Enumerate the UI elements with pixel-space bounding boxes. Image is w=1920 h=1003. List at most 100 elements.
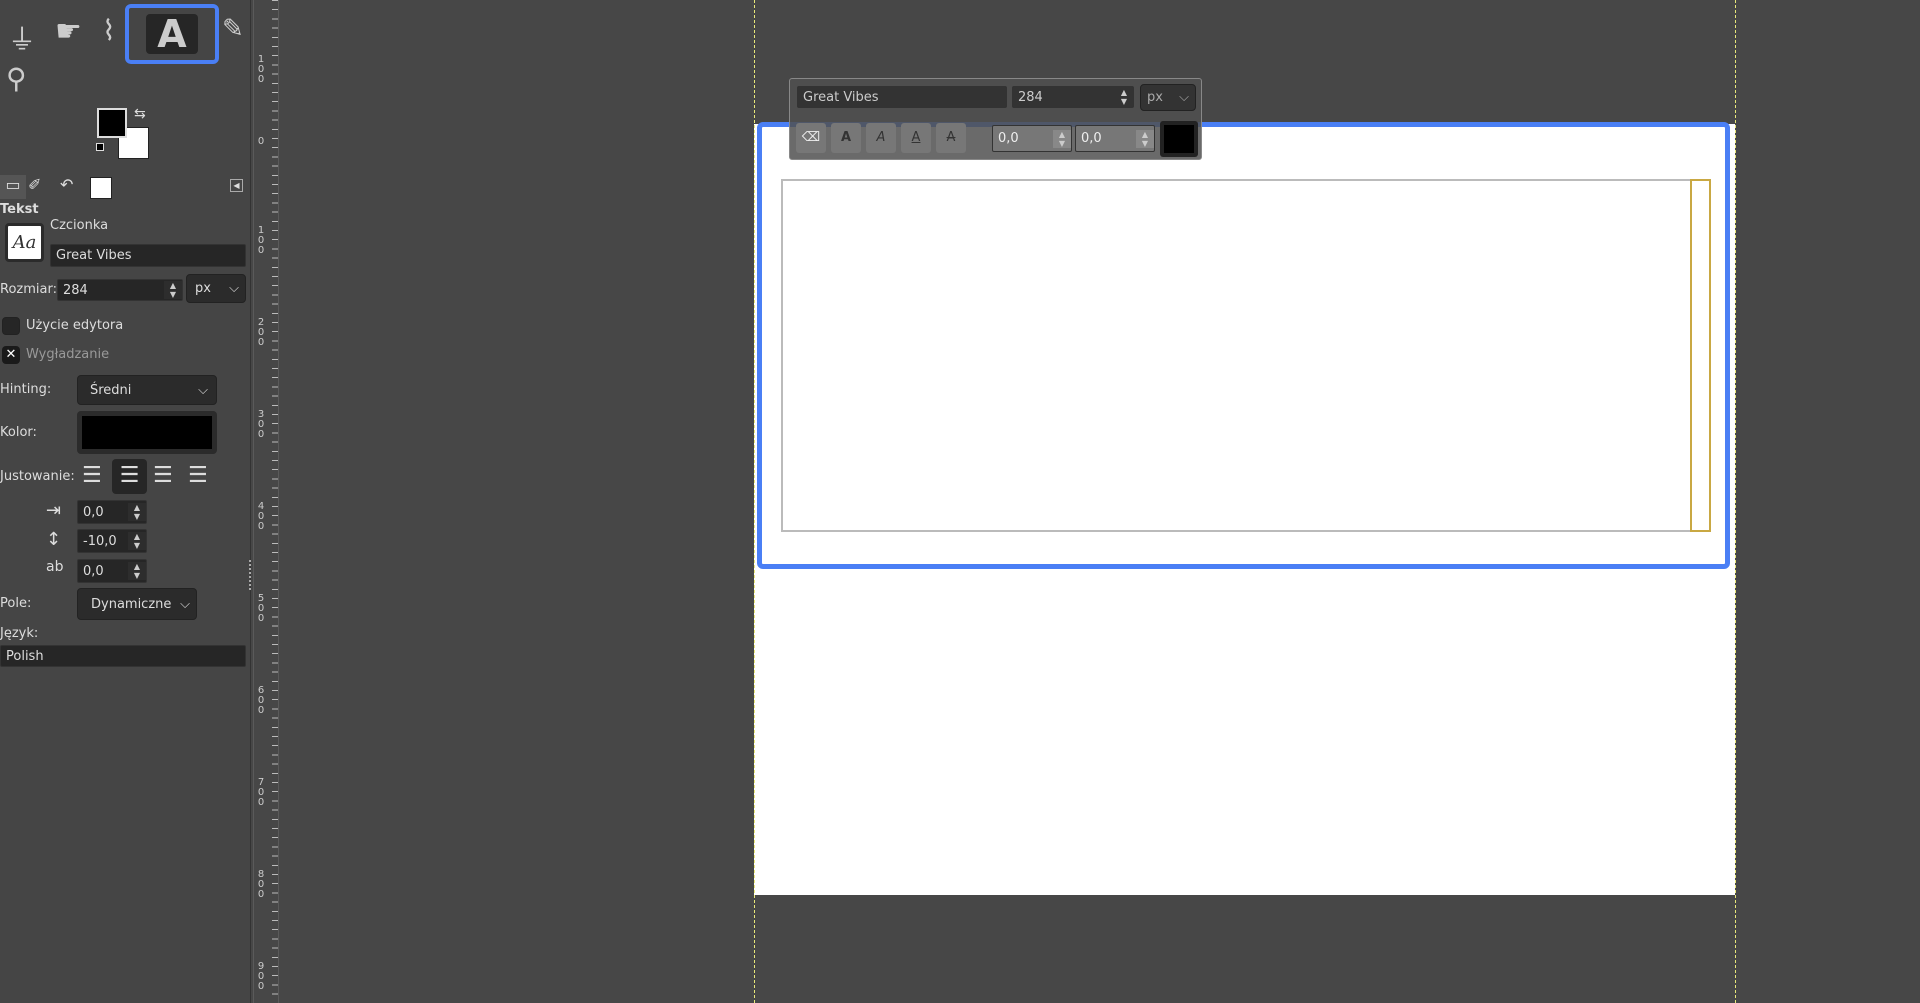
font-label: Czcionka: [50, 218, 109, 233]
foreground-color[interactable]: [97, 108, 127, 138]
justify-center-icon[interactable]: ☰: [153, 463, 173, 488]
indent-spinner[interactable]: ▲ ▼: [128, 503, 146, 521]
ruler-label: 200: [257, 317, 265, 348]
size-unit-dropdown[interactable]: px ⌵: [186, 274, 246, 303]
box-mode-dropdown[interactable]: Dynamiczne ⌵: [77, 588, 197, 620]
size-unit-value: px: [195, 281, 211, 296]
ruler-label: 100: [257, 54, 265, 85]
ruler-label: 100: [257, 225, 265, 256]
hinting-dropdown[interactable]: Średni ⌵: [77, 375, 217, 405]
ruler-label: 900: [257, 961, 265, 992]
zoom-tool-icon[interactable]: ⚲: [6, 62, 27, 95]
path-tool-icon[interactable]: ⌇: [102, 14, 116, 47]
language-value: Polish: [6, 648, 44, 664]
ruler-label: 700: [257, 777, 265, 808]
size-value: 284: [63, 282, 88, 298]
italic-icon[interactable]: A: [866, 123, 896, 153]
antialias-checkbox[interactable]: ✕: [2, 346, 20, 364]
baseline-input[interactable]: 0,0 ▲ ▼: [992, 125, 1072, 152]
text-box-resize-handle[interactable]: [1690, 179, 1711, 532]
kerning-value: 0,0: [1081, 131, 1102, 146]
language-input[interactable]: Polish: [0, 645, 246, 667]
indent-input[interactable]: 0,0 ▲ ▼: [77, 500, 147, 524]
tool-options-tab-icon[interactable]: ▭: [0, 175, 26, 199]
chevron-down-icon: ⌵: [229, 281, 239, 296]
box-mode-value: Dynamiczne: [91, 596, 172, 612]
text-color-swatch: [82, 416, 212, 449]
justify-right-icon[interactable]: ☰: [112, 459, 147, 494]
canvas-boundary-left: [754, 0, 755, 1003]
box-label: Pole:: [0, 596, 32, 611]
line-spacing-icon: ↕: [46, 529, 62, 550]
canvas-boundary-right: [1735, 0, 1736, 1003]
text-box[interactable]: [781, 179, 1711, 532]
toolbar-color-button[interactable]: [1160, 121, 1198, 157]
line-spacing-input[interactable]: -10,0 ▲ ▼: [77, 529, 147, 553]
use-editor-checkbox[interactable]: [2, 317, 20, 335]
toolbar-size-input[interactable]: 284 ▲ ▼: [1012, 86, 1134, 108]
ruler-label: 400: [257, 501, 265, 532]
indent-icon: ⇥: [46, 500, 62, 521]
line-spacing-spinner[interactable]: ▲ ▼: [128, 532, 146, 550]
language-label: Język:: [0, 626, 39, 641]
smudge-tool-icon[interactable]: ☛: [55, 14, 82, 49]
vertical-ruler[interactable]: 100 0 100 200 300 400 500 600 700 800 90…: [253, 0, 279, 1003]
size-input[interactable]: 284 ▲ ▼: [57, 279, 183, 301]
default-colors-icon[interactable]: [96, 143, 104, 151]
color-label: Kolor:: [0, 425, 37, 440]
configure-tab-icon[interactable]: ◀: [230, 179, 243, 192]
swap-colors-icon[interactable]: ⇆: [134, 106, 146, 122]
color-picker-icon[interactable]: ✎: [222, 14, 244, 44]
size-label: Rozmiar:: [0, 282, 57, 297]
text-color-button[interactable]: [77, 411, 217, 454]
chevron-down-icon: ⌵: [1179, 90, 1189, 105]
chevron-down-icon: ⌵: [180, 596, 190, 612]
line-spacing-value: -10,0: [83, 533, 117, 549]
clone-tool-icon[interactable]: ⏚: [8, 18, 36, 58]
antialias-label: Wygładzanie: [26, 347, 110, 362]
toolbar-color-swatch: [1164, 125, 1194, 153]
toolbar-unit-dropdown[interactable]: px ⌵: [1140, 84, 1196, 111]
baseline-value: 0,0: [998, 131, 1019, 146]
letter-spacing-spinner[interactable]: ▲ ▼: [128, 562, 146, 580]
ruler-label: 800: [257, 869, 265, 900]
font-input[interactable]: Great Vibes: [50, 244, 246, 267]
justify-left-icon[interactable]: ☰: [82, 463, 102, 488]
text-tool-icon: A: [146, 14, 198, 54]
ruler-label: 0: [257, 136, 265, 147]
bold-icon[interactable]: A: [831, 123, 861, 153]
strikethrough-icon[interactable]: A: [936, 123, 966, 153]
tool-options-panel: ⏚ ☛ ⌇ A ✎ ⚲ ⇆ ▭ ✐ ↶ ◀ Tekst Aa Czcionka …: [0, 0, 251, 1003]
toolbar-size-spinner[interactable]: ▲ ▼: [1115, 88, 1133, 106]
kerning-spinner[interactable]: ▲ ▼: [1136, 129, 1154, 148]
toolbar-size-value: 284: [1018, 89, 1043, 105]
font-preview-text: Aa: [12, 232, 37, 253]
chevron-down-icon: ⌵: [198, 382, 208, 398]
use-editor-label: Użycie edytora: [26, 318, 124, 333]
justify-fill-icon[interactable]: ☰: [188, 463, 208, 488]
dock-tabs: ▭ ✐ ↶ ◀: [0, 175, 251, 199]
device-status-tab-icon[interactable]: ✐: [28, 175, 41, 194]
baseline-spinner[interactable]: ▲ ▼: [1053, 129, 1071, 148]
font-value: Great Vibes: [56, 248, 132, 263]
undo-history-tab-icon[interactable]: ↶: [60, 175, 73, 194]
text-tool-button[interactable]: A: [125, 4, 219, 64]
kerning-input[interactable]: 0,0 ▲ ▼: [1075, 125, 1155, 152]
toolbar-font-value: Great Vibes: [803, 89, 879, 105]
underline-icon[interactable]: A: [901, 123, 931, 153]
ruler-label: 500: [257, 593, 265, 624]
justify-label: Justowanie:: [0, 469, 75, 484]
hinting-value: Średni: [90, 382, 132, 398]
ruler-label: 300: [257, 409, 265, 440]
font-preview-button[interactable]: Aa: [5, 223, 44, 262]
hinting-label: Hinting:: [0, 382, 52, 397]
toolbar-font-input[interactable]: Great Vibes: [797, 86, 1007, 108]
ruler-label: 600: [257, 685, 265, 716]
images-tab-icon[interactable]: [90, 177, 112, 199]
letter-spacing-value: 0,0: [83, 563, 104, 579]
indent-value: 0,0: [83, 504, 104, 520]
letter-spacing-icon: ab: [46, 559, 64, 575]
size-spinner[interactable]: ▲ ▼: [164, 281, 182, 299]
clear-style-icon[interactable]: ⌫: [796, 123, 826, 153]
letter-spacing-input[interactable]: 0,0 ▲ ▼: [77, 559, 147, 583]
